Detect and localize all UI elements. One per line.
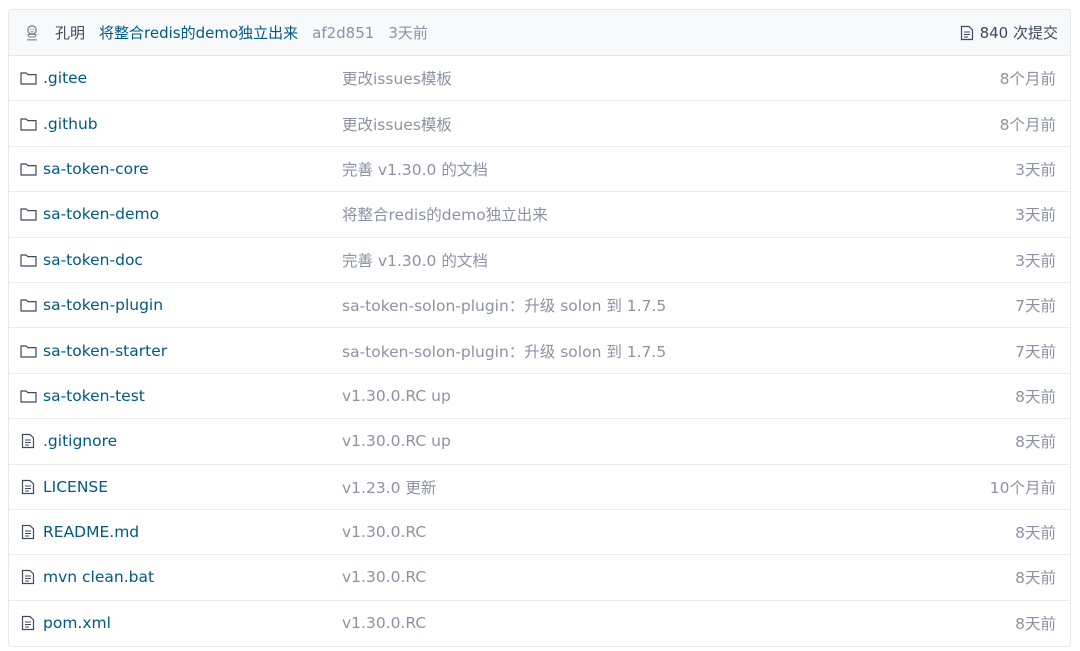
file-commit-message[interactable]: 更改issues模板 — [342, 67, 1000, 89]
file-commit-time: 8个月前 — [999, 115, 1056, 134]
file-commit-time: 8个月前 — [999, 70, 1056, 89]
file-row[interactable]: pom.xml v1.30.0.RC 8天前 — [9, 601, 1070, 646]
file-commit-message[interactable]: 完善 v1.30.0 的文档 — [342, 158, 1015, 180]
folder-icon — [19, 252, 37, 268]
file-name-link[interactable]: sa-token-plugin — [43, 296, 163, 314]
file-name-link[interactable]: mvn clean.bat — [43, 568, 154, 586]
file-name-link[interactable]: README.md — [43, 523, 139, 541]
file-icon — [19, 615, 37, 631]
file-commit-time: 8天前 — [1015, 387, 1056, 406]
file-browser: 孔明 将整合redis的demo独立出来 af2d851 3天前 840 次提交… — [8, 9, 1071, 647]
file-name-cell: .gitignore — [19, 432, 342, 450]
file-commit-time: 8天前 — [1015, 569, 1056, 588]
file-row[interactable]: .gitignore v1.30.0.RC up 8天前 — [9, 419, 1070, 465]
commit-message-link[interactable]: 将整合redis的demo独立出来 — [99, 22, 298, 43]
file-name-cell: pom.xml — [19, 614, 342, 632]
file-commit-message[interactable]: sa-token-solon-plugin：升级 solon 到 1.7.5 — [342, 340, 1015, 362]
file-name-link[interactable]: .gitignore — [43, 432, 117, 450]
file-commit-time: 3天前 — [1015, 251, 1056, 270]
file-row[interactable]: mvn clean.bat v1.30.0.RC 8天前 — [9, 555, 1070, 601]
commit-time: 3天前 — [388, 24, 428, 42]
file-commit-time: 3天前 — [1015, 206, 1056, 225]
file-commit-message[interactable]: v1.30.0.RC — [342, 568, 1015, 586]
file-name-link[interactable]: sa-token-starter — [43, 342, 167, 360]
file-commit-message[interactable]: v1.30.0.RC up — [342, 387, 1015, 405]
file-name-link[interactable]: pom.xml — [43, 614, 111, 632]
commit-count-link[interactable]: 840 次提交 — [960, 22, 1058, 43]
file-commit-time: 8天前 — [1015, 524, 1056, 543]
folder-icon — [19, 343, 37, 359]
user-avatar-icon[interactable] — [23, 22, 41, 44]
file-commit-time: 10个月前 — [989, 478, 1056, 497]
folder-icon — [19, 297, 37, 313]
file-name-cell: .gitee — [19, 69, 342, 87]
file-name-link[interactable]: .gitee — [43, 69, 87, 87]
file-commit-message[interactable]: v1.23.0 更新 — [342, 476, 990, 498]
file-commit-message[interactable]: 将整合redis的demo独立出来 — [342, 203, 1015, 225]
file-commit-message[interactable]: v1.30.0.RC — [342, 614, 1015, 632]
folder-icon — [19, 206, 37, 222]
file-commit-message[interactable]: sa-token-solon-plugin：升级 solon 到 1.7.5 — [342, 294, 1015, 316]
file-name-cell: sa-token-core — [19, 160, 342, 178]
file-icon — [19, 433, 37, 449]
file-icon — [19, 569, 37, 585]
file-name-cell: sa-token-demo — [19, 205, 342, 223]
file-name-link[interactable]: sa-token-core — [43, 160, 149, 178]
file-commit-time: 7天前 — [1015, 297, 1056, 316]
folder-icon — [19, 161, 37, 177]
commit-count-label: 840 次提交 — [979, 24, 1058, 42]
file-commit-time: 3天前 — [1015, 160, 1056, 179]
file-row[interactable]: sa-token-doc 完善 v1.30.0 的文档 3天前 — [9, 238, 1070, 283]
file-name-cell: README.md — [19, 523, 342, 541]
file-row[interactable]: sa-token-demo 将整合redis的demo独立出来 3天前 — [9, 192, 1070, 238]
file-row[interactable]: sa-token-plugin sa-token-solon-plugin：升级… — [9, 283, 1070, 329]
file-name-cell: sa-token-test — [19, 387, 342, 405]
file-commit-time: 7天前 — [1015, 342, 1056, 361]
file-commit-message[interactable]: 更改issues模板 — [342, 113, 1000, 135]
file-list: .gitee 更改issues模板 8个月前 .github 更改issues模… — [9, 56, 1070, 646]
folder-icon — [19, 116, 37, 132]
file-row[interactable]: LICENSE v1.23.0 更新 10个月前 — [9, 465, 1070, 510]
latest-commit-bar: 孔明 将整合redis的demo独立出来 af2d851 3天前 840 次提交 — [9, 10, 1070, 56]
file-name-link[interactable]: sa-token-test — [43, 387, 145, 405]
file-commit-message[interactable]: 完善 v1.30.0 的文档 — [342, 249, 1015, 271]
file-name-cell: sa-token-doc — [19, 251, 342, 269]
file-row[interactable]: sa-token-test v1.30.0.RC up 8天前 — [9, 374, 1070, 420]
file-row[interactable]: .gitee 更改issues模板 8个月前 — [9, 56, 1070, 102]
file-row[interactable]: sa-token-core 完善 v1.30.0 的文档 3天前 — [9, 147, 1070, 193]
folder-icon — [19, 70, 37, 86]
file-commit-time: 8天前 — [1015, 615, 1056, 634]
file-name-cell: sa-token-starter — [19, 342, 342, 360]
folder-icon — [19, 388, 37, 404]
file-commit-message[interactable]: v1.30.0.RC up — [342, 432, 1015, 450]
file-commit-message[interactable]: v1.30.0.RC — [342, 523, 1015, 541]
file-name-link[interactable]: sa-token-demo — [43, 205, 159, 223]
file-icon — [19, 479, 37, 495]
file-icon — [19, 524, 37, 540]
commit-sha[interactable]: af2d851 — [312, 24, 374, 42]
file-commit-time: 8天前 — [1015, 433, 1056, 452]
file-name-cell: sa-token-plugin — [19, 296, 342, 314]
file-row[interactable]: sa-token-starter sa-token-solon-plugin：升… — [9, 328, 1070, 374]
file-name-cell: mvn clean.bat — [19, 568, 342, 586]
file-name-cell: LICENSE — [19, 478, 342, 496]
file-name-link[interactable]: LICENSE — [43, 478, 108, 496]
file-name-link[interactable]: sa-token-doc — [43, 251, 143, 269]
file-name-cell: .github — [19, 115, 342, 133]
file-name-link[interactable]: .github — [43, 115, 98, 133]
file-row[interactable]: .github 更改issues模板 8个月前 — [9, 101, 1070, 147]
document-icon — [960, 25, 973, 40]
file-row[interactable]: README.md v1.30.0.RC 8天前 — [9, 510, 1070, 556]
commit-author[interactable]: 孔明 — [55, 22, 85, 43]
